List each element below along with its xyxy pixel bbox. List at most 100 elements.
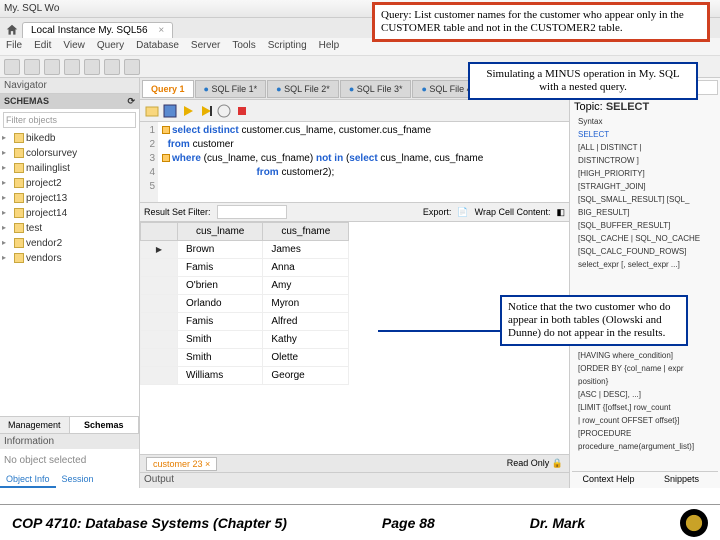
tab-session[interactable]: Session bbox=[56, 472, 100, 488]
result-toolbar: Result Set Filter: Export: 📄 Wrap Cell C… bbox=[140, 202, 569, 222]
database-icon bbox=[14, 238, 24, 248]
exec-marker-icon bbox=[162, 126, 170, 134]
database-icon bbox=[14, 253, 24, 263]
table-row[interactable]: SmithKathy bbox=[141, 331, 349, 349]
database-icon bbox=[14, 178, 24, 188]
schema-item[interactable]: project13 bbox=[0, 191, 139, 206]
database-icon bbox=[14, 193, 24, 203]
sql-editor[interactable]: 12345 select distinct customer.cus_lname… bbox=[140, 122, 569, 202]
export-label: Export: bbox=[423, 207, 452, 217]
column-header[interactable]: cus_lname bbox=[178, 223, 263, 241]
navigator-panel: Navigator SCHEMAS ⟳ Filter objects biked… bbox=[0, 78, 140, 488]
tool-icon[interactable] bbox=[124, 59, 140, 75]
refresh-icon[interactable]: ⟳ bbox=[127, 96, 135, 107]
column-header[interactable]: cus_fname bbox=[263, 223, 349, 241]
tool-icon[interactable] bbox=[64, 59, 80, 75]
information-header: Information bbox=[0, 434, 139, 449]
help-panel: ← → SELECT ▾ Topic: SELECT Syntax SELECT… bbox=[570, 78, 720, 488]
wrap-label: Wrap Cell Content: bbox=[475, 207, 551, 217]
table-row[interactable]: BrownJames bbox=[141, 241, 349, 259]
tab-object-info[interactable]: Object Info bbox=[0, 472, 56, 488]
tool-icon[interactable] bbox=[104, 59, 120, 75]
connection-tab[interactable]: Local Instance My. SQL56 × bbox=[22, 22, 173, 38]
menu-query[interactable]: Query bbox=[97, 40, 124, 53]
close-icon[interactable]: × bbox=[205, 459, 210, 469]
table-row[interactable]: SmithOlette bbox=[141, 349, 349, 367]
close-icon[interactable]: × bbox=[158, 25, 164, 36]
navigator-title: Navigator bbox=[4, 80, 47, 91]
schema-item[interactable]: colorsurvey bbox=[0, 146, 139, 161]
open-icon[interactable] bbox=[24, 59, 40, 75]
query-tab[interactable]: ● SQL File 3* bbox=[340, 80, 412, 98]
export-icon[interactable]: 📄 bbox=[457, 207, 468, 218]
tab-schemas[interactable]: Schemas bbox=[70, 417, 140, 433]
ucf-logo-icon bbox=[680, 509, 708, 537]
execute-step-icon[interactable] bbox=[198, 103, 214, 119]
stop-icon[interactable] bbox=[234, 103, 250, 119]
schema-item[interactable]: test bbox=[0, 221, 139, 236]
line-gutter: 12345 bbox=[140, 122, 158, 202]
filter-input[interactable]: Filter objects bbox=[3, 112, 136, 128]
code-body[interactable]: select distinct customer.cus_lname, cust… bbox=[158, 122, 569, 202]
grid-footer: customer 23 × Read Only 🔒 bbox=[140, 454, 569, 472]
schemas-header: SCHEMAS ⟳ bbox=[0, 94, 139, 109]
schema-item[interactable]: bikedb bbox=[0, 131, 139, 146]
tab-management[interactable]: Management bbox=[0, 417, 70, 433]
footer-center: Page 88 bbox=[382, 515, 435, 531]
menu-file[interactable]: File bbox=[6, 40, 22, 53]
tab-snippets[interactable]: Snippets bbox=[645, 472, 718, 486]
table-row[interactable]: FamisAlfred bbox=[141, 313, 349, 331]
query-tab[interactable]: ● SQL File 2* bbox=[267, 80, 339, 98]
readonly-badge: Read Only 🔒 bbox=[507, 458, 563, 469]
help-tabs: Context Help Snippets bbox=[572, 471, 718, 486]
table-row[interactable]: OrlandoMyron bbox=[141, 295, 349, 313]
wrap-icon[interactable]: ◧ bbox=[556, 207, 565, 218]
menu-server[interactable]: Server bbox=[191, 40, 220, 53]
row-header bbox=[141, 223, 178, 241]
query-tab[interactable]: ● SQL File 1* bbox=[195, 80, 267, 98]
result-filter-label: Result Set Filter: bbox=[144, 207, 211, 217]
menu-help[interactable]: Help bbox=[319, 40, 340, 53]
database-icon bbox=[14, 163, 24, 173]
help-topic: Topic: SELECT bbox=[574, 101, 718, 113]
result-filter-input[interactable] bbox=[217, 205, 287, 219]
schema-item[interactable]: vendors bbox=[0, 251, 139, 266]
database-icon bbox=[14, 148, 24, 158]
tool-icon[interactable] bbox=[84, 59, 100, 75]
navigator-header: Navigator bbox=[0, 78, 139, 94]
tab-context-help[interactable]: Context Help bbox=[572, 472, 645, 486]
schema-item[interactable]: mailinglist bbox=[0, 161, 139, 176]
table-row[interactable]: O'brienAmy bbox=[141, 277, 349, 295]
table-row[interactable]: FamisAnna bbox=[141, 259, 349, 277]
schema-item[interactable]: project14 bbox=[0, 206, 139, 221]
main-area: Navigator SCHEMAS ⟳ Filter objects biked… bbox=[0, 78, 720, 488]
tool-icon[interactable] bbox=[44, 59, 60, 75]
slide-footer: COP 4710: Database Systems (Chapter 5) P… bbox=[0, 504, 720, 540]
execute-icon[interactable] bbox=[180, 103, 196, 119]
database-icon bbox=[14, 208, 24, 218]
explain-icon[interactable] bbox=[216, 103, 232, 119]
window-title: My. SQL Wo bbox=[4, 3, 59, 14]
save-icon[interactable] bbox=[162, 103, 178, 119]
database-icon bbox=[14, 223, 24, 233]
result-tab[interactable]: customer 23 × bbox=[146, 457, 217, 471]
connection-tab-label: Local Instance My. SQL56 bbox=[31, 25, 148, 36]
menu-scripting[interactable]: Scripting bbox=[268, 40, 307, 53]
table-row[interactable]: WilliamsGeorge bbox=[141, 367, 349, 385]
help-body: Syntax SELECT [ALL | DISTINCT | DISTINCT… bbox=[572, 115, 718, 453]
information-tabs: Object Info Session bbox=[0, 472, 139, 488]
schema-item[interactable]: project2 bbox=[0, 176, 139, 191]
new-sql-icon[interactable] bbox=[4, 59, 20, 75]
query-tab[interactable]: Query 1 bbox=[142, 80, 194, 98]
menu-database[interactable]: Database bbox=[136, 40, 179, 53]
editor-toolbar bbox=[140, 100, 569, 122]
menu-view[interactable]: View bbox=[63, 40, 85, 53]
output-header: Output bbox=[140, 472, 569, 488]
schema-item[interactable]: vendor2 bbox=[0, 236, 139, 251]
menu-edit[interactable]: Edit bbox=[34, 40, 51, 53]
callout-minus: Simulating a MINUS operation in My. SQL … bbox=[468, 62, 698, 100]
home-icon[interactable] bbox=[4, 22, 20, 38]
open-file-icon[interactable] bbox=[144, 103, 160, 119]
footer-right: Dr. Mark bbox=[530, 515, 585, 531]
menu-tools[interactable]: Tools bbox=[232, 40, 255, 53]
